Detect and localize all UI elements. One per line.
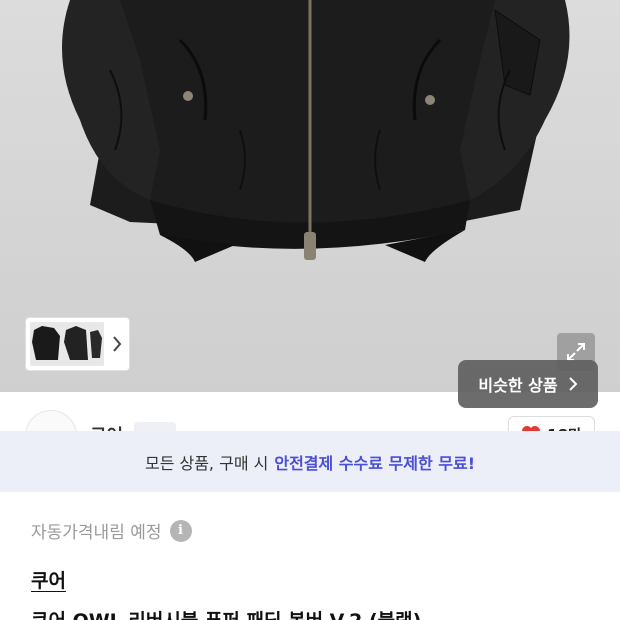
banner-highlight: 안전결제 수수료 무제한 무료! [274, 453, 476, 473]
product-image[interactable] [0, 0, 620, 392]
price-note-text: 자동가격내림 예정 [31, 523, 162, 543]
auto-price-drop-note: 자동가격내림 예정 i [31, 518, 192, 543]
similar-products-button[interactable]: 비슷한 상품 [458, 360, 598, 408]
safe-payment-banner[interactable]: 모든 상품, 구매 시 안전결제 수수료 무제한 무료! [0, 431, 620, 492]
banner-text: 모든 상품, 구매 시 [144, 453, 269, 473]
chevron-right-icon[interactable] [111, 334, 123, 354]
brand-link[interactable]: 쿠어 [31, 566, 66, 593]
info-icon[interactable]: i [169, 519, 192, 542]
product-title: 쿠어 OWL 리버시블 푸퍼 패딩 봄버 V.2 (블랙) [31, 606, 421, 620]
chevron-right-icon [568, 377, 577, 391]
thumbnail-images[interactable] [30, 322, 104, 366]
gallery-thumbnails[interactable] [25, 317, 130, 371]
similar-products-label: 비슷한 상품 [478, 376, 558, 395]
